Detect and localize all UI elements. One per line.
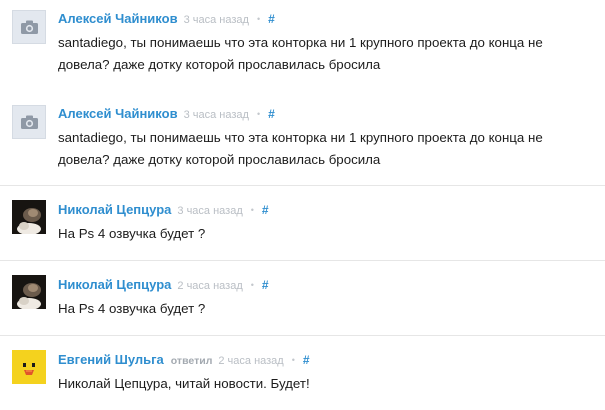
author-link[interactable]: Евгений Шульга xyxy=(58,352,164,367)
separator-dot: • xyxy=(256,14,261,24)
comment-meta: Николай Цепцура 2 часа назад • # xyxy=(58,276,269,294)
separator-dot: • xyxy=(250,205,254,215)
permalink-hash[interactable]: # xyxy=(268,107,275,121)
author-link[interactable]: Алексей Чайников xyxy=(58,11,178,26)
user-photo xyxy=(12,200,46,234)
author-link[interactable]: Николай Цепцура xyxy=(58,202,171,217)
camera-placeholder-icon xyxy=(21,20,38,34)
timestamp: 3 часа назад xyxy=(183,14,249,26)
author-link[interactable]: Николай Цепцура xyxy=(58,277,171,292)
comment-text: На Ps 4 озвучка будет ? xyxy=(58,301,206,316)
replied-label: ответил xyxy=(170,355,213,367)
permalink-hash[interactable]: # xyxy=(262,278,269,292)
timestamp: 3 часа назад xyxy=(183,109,249,121)
separator-dot: • xyxy=(291,355,295,365)
comment-text: santadiego, ты понимаешь что эта конторк… xyxy=(58,130,543,167)
timestamp: 2 часа назад xyxy=(177,280,243,292)
separator-dot: • xyxy=(250,280,254,290)
comment-text: На Ps 4 озвучка будет ? xyxy=(58,226,206,241)
comment-item: Алексей Чайников 3 часа назад • # santadieg… xyxy=(0,92,605,186)
separator-dot: • xyxy=(256,109,261,119)
author-link[interactable]: Алексей Чайников xyxy=(58,106,178,121)
avatar[interactable] xyxy=(12,10,46,44)
duck-avatar xyxy=(12,350,46,384)
comment-item: Евгений Шульга ответил 2 часа назад • # Нико… xyxy=(0,336,605,410)
comment-item: Николай Цепцура 2 часа назад • # На Ps 4 оз… xyxy=(0,261,605,336)
comment-meta: Николай Цепцура 3 часа назад • # xyxy=(58,201,269,219)
avatar[interactable] xyxy=(12,350,46,384)
timestamp: 3 часа назад xyxy=(177,205,243,217)
avatar[interactable] xyxy=(12,200,46,234)
avatar[interactable] xyxy=(12,275,46,309)
comment-meta: Евгений Шульга ответил 2 часа назад • # xyxy=(58,351,310,369)
comment-item: Николай Цепцура 3 часа назад • # На Ps 4 оз… xyxy=(0,186,605,261)
comment-text: Николай Цепцура, читай новости. Будет! xyxy=(58,376,310,391)
camera-placeholder-icon xyxy=(21,115,38,129)
comment-text: santadiego, ты понимаешь что эта конторк… xyxy=(58,35,543,72)
comment-item: Алексей Чайников 3 часа назад • # santadieg… xyxy=(0,0,605,92)
comment-meta: Алексей Чайников 3 часа назад • # xyxy=(58,105,275,123)
permalink-hash[interactable]: # xyxy=(262,203,269,217)
comment-meta: Алексей Чайников 3 часа назад • # xyxy=(58,10,275,28)
permalink-hash[interactable]: # xyxy=(268,12,275,26)
user-photo xyxy=(12,275,46,309)
permalink-hash[interactable]: # xyxy=(303,353,310,367)
timestamp: 2 часа назад xyxy=(218,355,284,367)
avatar[interactable] xyxy=(12,105,46,139)
